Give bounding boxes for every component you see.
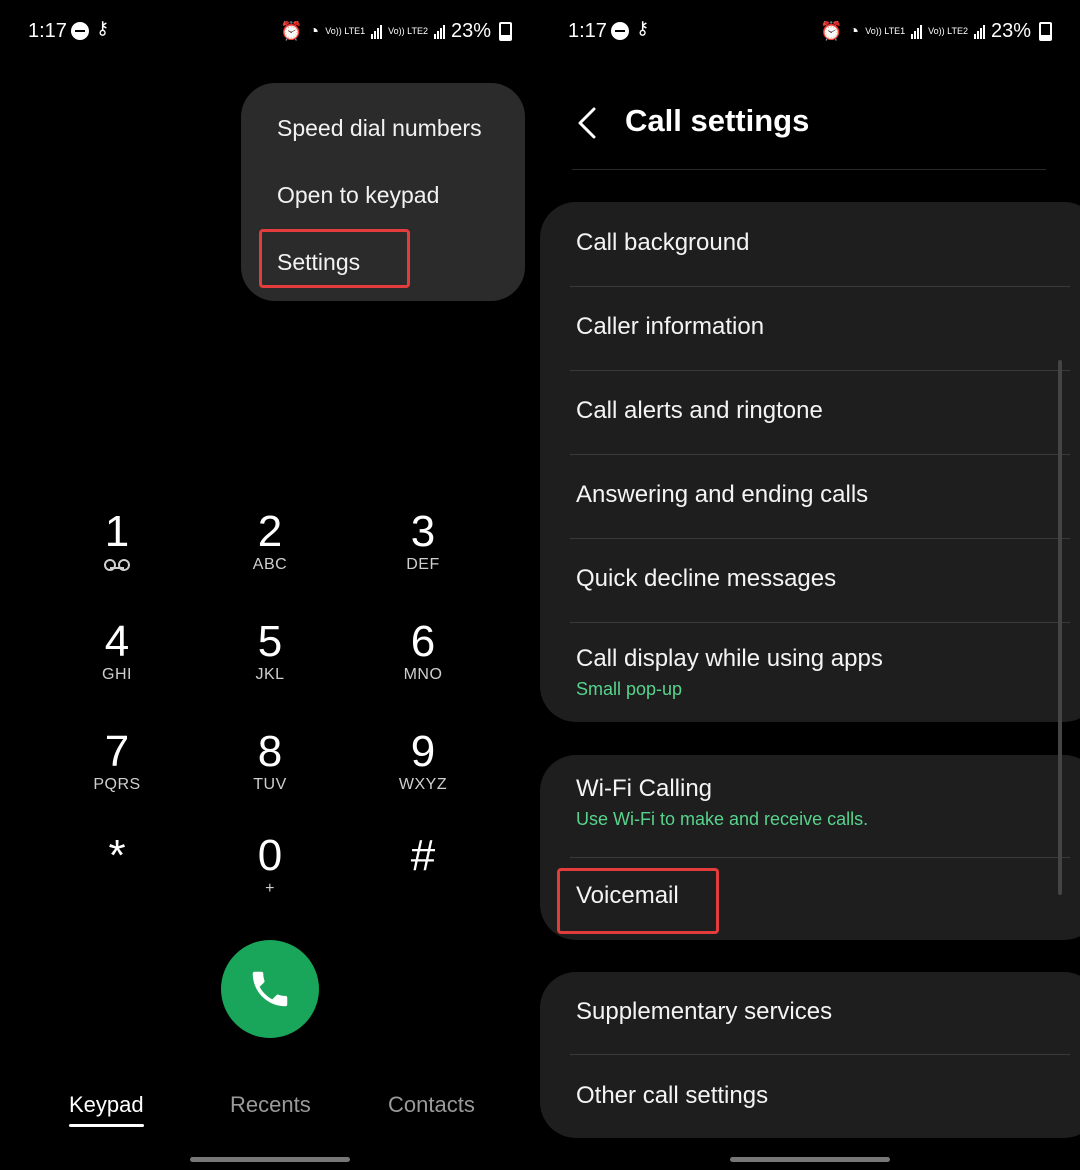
key-0[interactable]: 0 + bbox=[210, 832, 330, 898]
key-icon: ⚷ bbox=[96, 18, 110, 38]
status-icons: ⏰ ◔ Vo)) LTE1 Vo)) LTE2 23% bbox=[820, 20, 1052, 43]
volte2-label: Vo)) LTE2 bbox=[928, 26, 968, 36]
header-divider bbox=[572, 169, 1046, 170]
key-icon: ⚷ bbox=[636, 18, 650, 38]
signal2-icon bbox=[433, 24, 445, 39]
signal1-icon bbox=[371, 24, 383, 39]
tab-recents[interactable]: Recents bbox=[230, 1092, 311, 1118]
call-settings-screen: 1:17 ⚷ ⏰ ◔ Vo)) LTE1 Vo)) LTE2 23% Call … bbox=[540, 0, 1080, 1170]
do-not-disturb-icon bbox=[71, 22, 89, 40]
wifi-icon: ◔ bbox=[308, 21, 320, 41]
divider bbox=[570, 622, 1070, 623]
setting-subtitle: Use Wi-Fi to make and receive calls. bbox=[576, 809, 869, 829]
status-bar: 1:17 ⚷ ⏰ ◔ Vo)) LTE1 Vo)) LTE2 23% bbox=[28, 18, 512, 46]
alarm-icon: ⏰ bbox=[279, 21, 303, 41]
key-8[interactable]: 8 TUV bbox=[210, 728, 330, 794]
setting-supplementary-services[interactable]: Supplementary services bbox=[576, 998, 1080, 1026]
volte1-label: Vo)) LTE1 bbox=[865, 26, 906, 36]
divider bbox=[570, 538, 1070, 539]
setting-subtitle: Small pop-up bbox=[576, 679, 683, 699]
settings-group-wifi-voicemail: Wi-Fi Calling Use Wi-Fi to make and rece… bbox=[540, 755, 1080, 940]
menu-item-open-to-keypad[interactable]: Open to keypad bbox=[277, 182, 439, 209]
do-not-disturb-icon bbox=[611, 22, 629, 40]
key-1[interactable]: 1 bbox=[57, 508, 177, 574]
setting-caller-information[interactable]: Caller information bbox=[576, 313, 1080, 341]
battery-percent: 23% bbox=[990, 20, 1031, 42]
page-title: Call settings bbox=[625, 103, 810, 138]
key-3[interactable]: 3 DEF bbox=[363, 508, 483, 574]
status-time: 1:17 bbox=[568, 20, 607, 42]
settings-group-more: Supplementary services Other call settin… bbox=[540, 972, 1080, 1138]
tab-contacts[interactable]: Contacts bbox=[388, 1092, 475, 1118]
battery-icon bbox=[1039, 22, 1052, 41]
status-time: 1:17 bbox=[28, 20, 67, 42]
key-5[interactable]: 5 JKL bbox=[210, 618, 330, 684]
setting-call-background[interactable]: Call background bbox=[576, 229, 1080, 257]
divider bbox=[570, 1054, 1070, 1055]
tab-keypad[interactable]: Keypad bbox=[69, 1092, 144, 1127]
setting-quick-decline-messages[interactable]: Quick decline messages bbox=[576, 565, 1080, 593]
voicemail-highlight-box bbox=[557, 868, 719, 934]
scrollbar[interactable] bbox=[1058, 360, 1062, 895]
status-bar: 1:17 ⚷ ⏰ ◔ Vo)) LTE1 Vo)) LTE2 23% bbox=[568, 18, 1052, 46]
divider bbox=[570, 286, 1070, 287]
call-button[interactable] bbox=[221, 940, 319, 1038]
key-2[interactable]: 2 ABC bbox=[210, 508, 330, 574]
alarm-icon: ⏰ bbox=[819, 21, 843, 41]
volte2-label: Vo)) LTE2 bbox=[388, 26, 428, 36]
divider bbox=[570, 857, 1070, 858]
key-4[interactable]: 4 GHI bbox=[57, 618, 177, 684]
battery-percent: 23% bbox=[450, 20, 491, 42]
setting-wifi-calling[interactable]: Wi-Fi Calling Use Wi-Fi to make and rece… bbox=[576, 775, 1080, 830]
settings-highlight-box bbox=[259, 229, 410, 288]
wifi-icon: ◔ bbox=[848, 21, 860, 41]
signal2-icon bbox=[973, 24, 985, 39]
key-6[interactable]: 6 MNO bbox=[363, 618, 483, 684]
overflow-menu: Speed dial numbers Open to keypad Settin… bbox=[241, 83, 525, 301]
dialer-screen: 1:17 ⚷ ⏰ ◔ Vo)) LTE1 Vo)) LTE2 23% Speed… bbox=[0, 0, 540, 1170]
volte1-label: Vo)) LTE1 bbox=[325, 26, 366, 36]
setting-other-call-settings[interactable]: Other call settings bbox=[576, 1082, 1080, 1110]
setting-answering-ending-calls[interactable]: Answering and ending calls bbox=[576, 481, 1080, 509]
phone-icon bbox=[252, 971, 288, 1007]
battery-icon bbox=[499, 22, 512, 41]
divider bbox=[570, 370, 1070, 371]
key-7[interactable]: 7 PQRS bbox=[57, 728, 177, 794]
settings-group-call: Call background Caller information Call … bbox=[540, 202, 1080, 722]
gesture-bar[interactable] bbox=[190, 1157, 350, 1162]
menu-item-speed-dial[interactable]: Speed dial numbers bbox=[277, 115, 482, 142]
signal1-icon bbox=[911, 24, 923, 39]
voicemail-icon bbox=[104, 559, 130, 571]
status-icons: ⏰ ◔ Vo)) LTE1 Vo)) LTE2 23% bbox=[280, 20, 512, 43]
key-9[interactable]: 9 WXYZ bbox=[363, 728, 483, 794]
key-hash[interactable]: # bbox=[363, 832, 483, 880]
divider bbox=[570, 454, 1070, 455]
key-star[interactable]: * bbox=[57, 832, 177, 880]
setting-call-display-while-using-apps[interactable]: Call display while using apps Small pop-… bbox=[576, 645, 1080, 700]
gesture-bar[interactable] bbox=[730, 1157, 890, 1162]
back-arrow-icon[interactable] bbox=[574, 105, 602, 141]
setting-call-alerts-ringtone[interactable]: Call alerts and ringtone bbox=[576, 397, 1080, 425]
